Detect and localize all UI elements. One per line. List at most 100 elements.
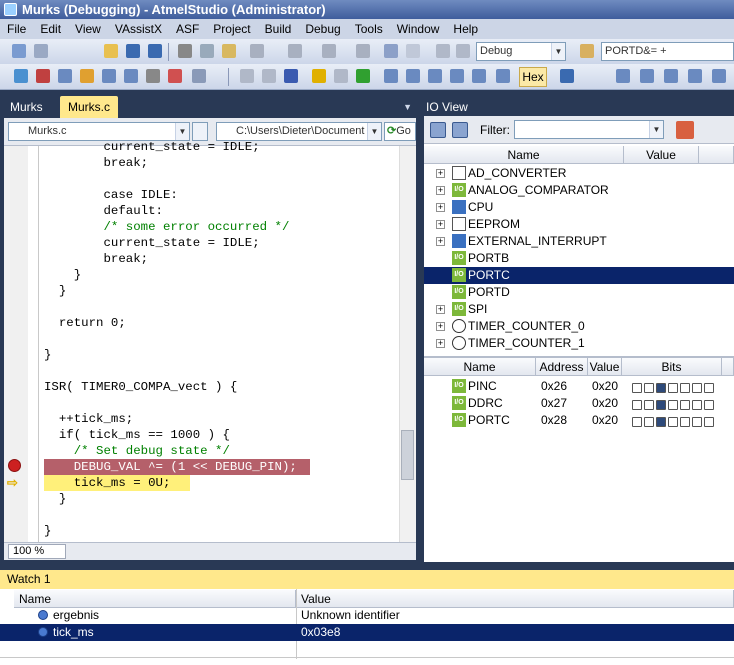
code-line[interactable]: DEBUG_VAL ^= (1 << DEBUG_PIN); (44, 459, 297, 475)
bit-toggle[interactable] (668, 400, 678, 410)
break-all-icon[interactable] (240, 69, 254, 83)
tree-item-eeprom[interactable]: + EEPROM (424, 216, 734, 233)
view-registers-icon[interactable] (430, 122, 446, 138)
bit-toggle[interactable] (656, 383, 666, 393)
continue-icon[interactable] (356, 69, 370, 83)
code-line[interactable]: break; (44, 155, 148, 171)
hex-toggle-button[interactable]: Hex (519, 67, 547, 87)
copy-icon[interactable] (200, 44, 214, 58)
stop-debugging-icon[interactable] (262, 69, 276, 83)
tree-item-cpu[interactable]: + CPU (424, 199, 734, 216)
cut-icon[interactable] (178, 44, 192, 58)
bit-toggle[interactable] (692, 400, 702, 410)
expand-icon[interactable]: + (436, 203, 445, 212)
find-input[interactable]: PORTD&= + (601, 42, 734, 61)
open-folder-icon[interactable] (104, 44, 118, 58)
code-line[interactable]: current_state = IDLE; (44, 139, 259, 155)
expand-icon[interactable]: + (436, 322, 445, 331)
column-reg-address[interactable]: Address (536, 358, 588, 376)
watch-row[interactable]: tick_ms 0x03e8 (0, 624, 734, 641)
configuration-select[interactable]: Debug ▼ (476, 42, 566, 61)
code-line[interactable]: } (44, 283, 66, 299)
chevron-down-icon[interactable]: ▼ (403, 102, 412, 112)
column-reg-name[interactable]: Name (424, 358, 536, 376)
bit-toggle[interactable] (680, 417, 690, 427)
code-line[interactable]: /* some error occurred */ (44, 219, 289, 235)
zoom-select[interactable]: 100 % (8, 544, 66, 559)
find-icon[interactable] (580, 44, 594, 58)
menu-edit[interactable]: Edit (33, 19, 68, 39)
paste-icon[interactable] (222, 44, 236, 58)
bit-toggle[interactable] (680, 383, 690, 393)
show-next-statement-icon[interactable] (312, 69, 326, 83)
breakpoints-window-icon[interactable] (560, 69, 574, 83)
register-row[interactable]: I/O PORTC 0x28 0x20 (424, 412, 734, 429)
expand-icon[interactable]: + (436, 220, 445, 229)
bit-toggle[interactable] (656, 417, 666, 427)
redo-icon[interactable] (288, 44, 302, 58)
menu-vassistx[interactable]: VAssistX (108, 19, 169, 39)
tab-murks-c[interactable]: Murks.c (60, 96, 118, 118)
code-line[interactable]: case IDLE: (44, 187, 177, 203)
bit-toggle[interactable] (632, 383, 642, 393)
undo-icon[interactable] (250, 44, 264, 58)
menu-window[interactable]: Window (390, 19, 447, 39)
bit-toggle[interactable] (644, 400, 654, 410)
spellcheck-icon[interactable] (168, 69, 182, 83)
tree-item-analog-comparator[interactable]: + I/O ANALOG_COMPARATOR (424, 182, 734, 199)
pause-icon[interactable] (334, 69, 348, 83)
solution-explorer-icon[interactable] (384, 44, 398, 58)
bookmark-icon[interactable] (80, 69, 94, 83)
step-over-icon[interactable] (406, 69, 420, 83)
bit-toggle[interactable] (692, 383, 702, 393)
bit-toggle[interactable] (704, 383, 714, 393)
editor-vertical-scrollbar[interactable] (399, 146, 416, 542)
register-row[interactable]: I/O PINC 0x26 0x20 (424, 378, 734, 395)
bit-toggle[interactable] (692, 417, 702, 427)
watch-empty-row[interactable] (0, 641, 734, 658)
code-line[interactable]: tick_ms = 0U; (44, 475, 171, 491)
bit-toggle[interactable] (704, 400, 714, 410)
code-line[interactable]: } (44, 267, 81, 283)
menu-project[interactable]: Project (206, 19, 257, 39)
go-button[interactable]: ⟳Go (384, 122, 416, 141)
tools-icon[interactable] (58, 69, 72, 83)
bit-toggle[interactable] (668, 417, 678, 427)
bit-toggle[interactable] (680, 400, 690, 410)
step-into-icon[interactable] (384, 69, 398, 83)
stop-icon[interactable] (284, 69, 298, 83)
code-line[interactable]: } (44, 347, 51, 363)
code-line[interactable]: return 0; (44, 315, 126, 331)
navigate-back-icon[interactable] (322, 44, 336, 58)
save-icon[interactable] (126, 44, 140, 58)
save-all-icon[interactable] (148, 44, 162, 58)
column-value[interactable]: Value (624, 146, 699, 164)
bit-toggle[interactable] (644, 417, 654, 427)
editor-scroll-thumb[interactable] (401, 430, 414, 480)
bit-toggle[interactable] (656, 400, 666, 410)
menu-asf[interactable]: ASF (169, 19, 206, 39)
processor-window-icon[interactable] (712, 69, 726, 83)
bit-toggle[interactable] (632, 400, 642, 410)
step-out-icon[interactable] (428, 69, 442, 83)
menu-tools[interactable]: Tools (348, 19, 390, 39)
code-line[interactable]: current_state = IDLE; (44, 235, 259, 251)
column-reg-value[interactable]: Value (588, 358, 622, 376)
expand-icon[interactable]: + (436, 339, 445, 348)
device-programming-icon[interactable] (14, 69, 28, 83)
tree-item-spi[interactable]: + I/O SPI (424, 301, 734, 318)
disassembly-icon[interactable] (496, 69, 510, 83)
filter-input[interactable]: ▼ (514, 120, 664, 139)
watch-column-value[interactable]: Value (296, 590, 734, 608)
tree-item-portd[interactable]: I/O PORTD (424, 284, 734, 301)
bit-toggle[interactable] (632, 417, 642, 427)
start-without-debug-icon[interactable] (456, 44, 470, 58)
expand-icon[interactable]: + (436, 305, 445, 314)
menu-file[interactable]: File (0, 19, 33, 39)
tree-item-external-interrupt[interactable]: + EXTERNAL_INTERRUPT (424, 233, 734, 250)
expand-icon[interactable]: + (436, 237, 445, 246)
code-line[interactable]: break; (44, 251, 148, 267)
watch-row[interactable]: ergebnis Unknown identifier (0, 607, 734, 624)
memory-window-icon[interactable] (664, 69, 678, 83)
navigate-forward-icon[interactable] (356, 44, 370, 58)
